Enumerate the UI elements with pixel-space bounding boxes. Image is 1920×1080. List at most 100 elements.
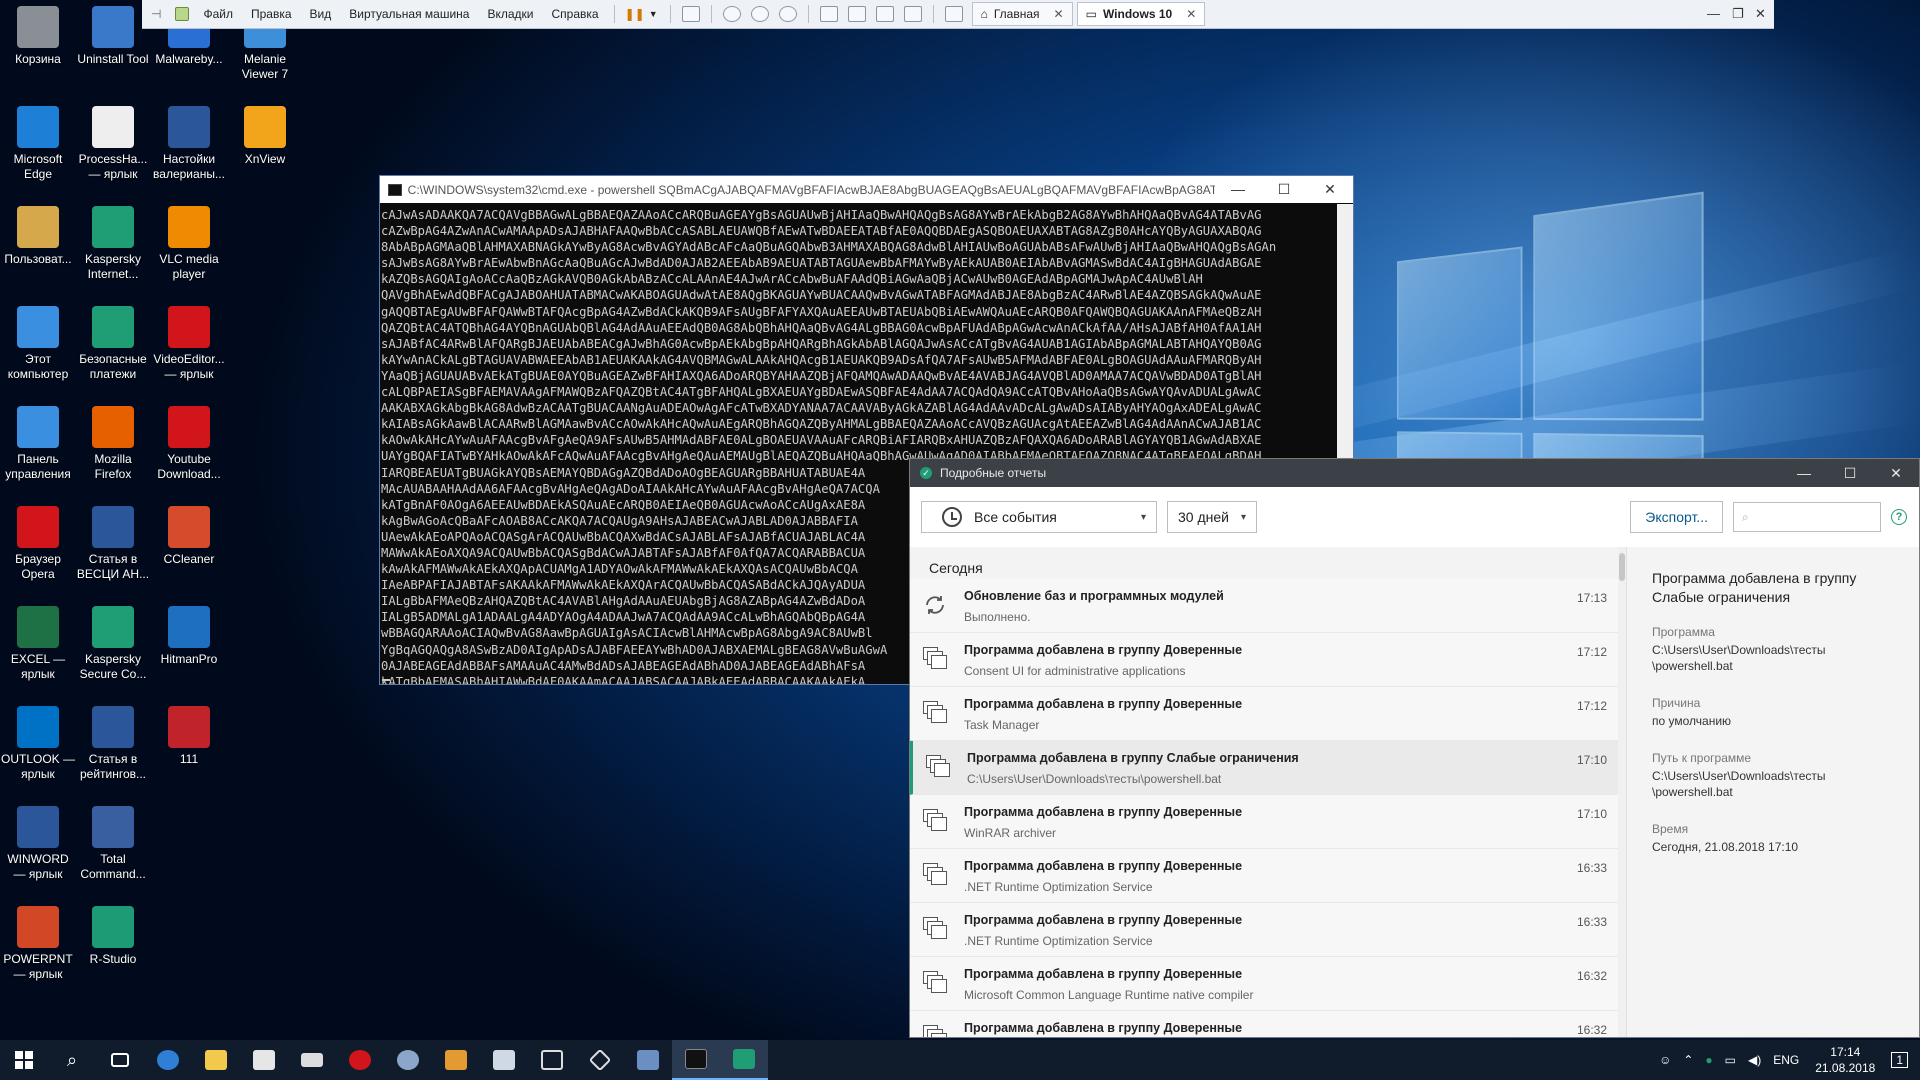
help-icon[interactable]: ? <box>1891 509 1907 525</box>
taskbar-explorer[interactable] <box>192 1040 240 1080</box>
kaspersky-tray-icon[interactable]: ● <box>1705 1053 1712 1067</box>
manage-snapshots-icon[interactable] <box>778 6 797 22</box>
desktop-icon[interactable]: XnView <box>228 100 302 167</box>
taskbar-kaspersky[interactable] <box>720 1040 768 1080</box>
desktop-icon[interactable]: Kaspersky Secure Co... <box>76 600 150 682</box>
thumbnail-icon[interactable] <box>847 6 866 22</box>
console-view-icon[interactable] <box>944 6 963 22</box>
desktop-icon[interactable]: Корзина <box>1 0 75 67</box>
desktop-icon[interactable]: Kaspersky Internet... <box>76 200 150 282</box>
unity-icon[interactable] <box>903 6 922 22</box>
desktop-icon[interactable]: VLC media player <box>152 200 226 282</box>
taskbar-app-8[interactable] <box>528 1040 576 1080</box>
desktop-icon[interactable]: Этот компьютер <box>1 300 75 382</box>
taskbar-app-10[interactable] <box>624 1040 672 1080</box>
desktop-icon[interactable]: POWERPNT — ярлык <box>1 900 75 982</box>
export-button[interactable]: Экспорт... <box>1630 501 1723 533</box>
desktop-icon[interactable]: Uninstall Tool <box>76 0 150 67</box>
task-view-button[interactable] <box>96 1040 144 1080</box>
period-filter-dropdown[interactable]: 30 дней ▾ <box>1167 501 1257 533</box>
snapshot-icon[interactable] <box>722 6 741 22</box>
pause-icon[interactable]: ❚❚ <box>625 7 645 21</box>
desktop-icon[interactable]: 111 <box>152 700 226 767</box>
event-row[interactable]: Программа добавлена в группу Доверенные T… <box>910 687 1626 741</box>
desktop-icon[interactable]: CCleaner <box>152 500 226 567</box>
sidebar-toggle-icon[interactable] <box>819 6 838 22</box>
fullscreen-icon[interactable] <box>875 6 894 22</box>
tab-windows-10[interactable]: ▭ Windows 10 ✕ <box>1076 2 1206 26</box>
network-icon[interactable]: ▭ <box>1725 1053 1736 1067</box>
notifications-icon[interactable]: 1 <box>1891 1052 1908 1068</box>
vm-menu-item[interactable]: Вкладки <box>478 7 542 21</box>
vm-menu-item[interactable]: Правка <box>242 7 301 21</box>
event-row[interactable]: Программа добавлена в группу ДоверенныеM… <box>910 957 1626 1011</box>
vm-menu-item[interactable]: Виртуальная машина <box>340 7 478 21</box>
pin-icon[interactable]: ⊣ <box>142 7 170 21</box>
taskbar-media[interactable] <box>432 1040 480 1080</box>
volume-icon[interactable]: ◀) <box>1748 1053 1761 1067</box>
vm-close-button[interactable]: ✕ <box>1755 6 1766 22</box>
desktop-icon[interactable]: VideoEditor... — ярлык <box>152 300 226 382</box>
event-row[interactable]: Программа добавлена в группу ДоверенныеM… <box>910 1011 1626 1037</box>
desktop-icon[interactable]: Youtube Download... <box>152 400 226 482</box>
taskbar-app-5[interactable] <box>384 1040 432 1080</box>
search-button[interactable]: ⌕ <box>48 1040 96 1080</box>
minimize-button[interactable]: — <box>1215 181 1261 198</box>
desktop-icon[interactable]: Браузер Opera <box>1 500 75 582</box>
start-button[interactable] <box>0 1040 48 1080</box>
desktop-icon[interactable]: WINWORD — ярлык <box>1 800 75 882</box>
desktop-icon[interactable]: R-Studio <box>76 900 150 967</box>
desktop-icon[interactable]: Статья в ВЕСЦИ АН... <box>76 500 150 582</box>
taskbar-edge[interactable] <box>144 1040 192 1080</box>
vm-menu-item[interactable]: Справка <box>543 7 608 21</box>
desktop-icon[interactable]: EXCEL — ярлык <box>1 600 75 682</box>
event-row[interactable]: Обновление баз и программных модулей Выпо… <box>910 579 1626 633</box>
taskbar-mail[interactable] <box>288 1040 336 1080</box>
chevron-up-icon[interactable]: ⌃ <box>1683 1053 1693 1067</box>
tab-home[interactable]: ⌂ Главная ✕ <box>971 2 1073 26</box>
desktop-icon[interactable]: Панель управления <box>1 400 75 482</box>
send-keys-icon[interactable] <box>681 6 700 22</box>
vm-menu-item[interactable]: Файл <box>194 7 242 21</box>
taskbar-photos[interactable] <box>480 1040 528 1080</box>
desktop-icon[interactable]: Mozilla Firefox <box>76 400 150 482</box>
people-icon[interactable]: ☺ <box>1659 1053 1671 1067</box>
taskbar-cmd[interactable] <box>672 1040 720 1080</box>
vm-restore-button[interactable]: ❐ <box>1732 6 1744 22</box>
maximize-button[interactable]: ☐ <box>1261 181 1307 198</box>
close-icon[interactable]: ✕ <box>1054 7 1064 21</box>
desktop-icon[interactable]: Microsoft Edge <box>1 100 75 182</box>
desktop-icon[interactable]: OUTLOOK — ярлык <box>1 700 75 782</box>
scrollbar-thumb[interactable] <box>1619 553 1625 581</box>
taskbar-opera[interactable] <box>336 1040 384 1080</box>
revert-snapshot-icon[interactable] <box>750 6 769 22</box>
search-input[interactable]: ⌕ <box>1733 502 1881 532</box>
close-button[interactable]: ✕ <box>1873 465 1919 482</box>
minimize-button[interactable]: — <box>1781 465 1827 482</box>
events-filter-dropdown[interactable]: Все события ▾ <box>921 501 1157 533</box>
reports-titlebar[interactable]: ✓ Подробные отчеты — ☐ ✕ <box>910 459 1919 487</box>
taskbar-3d[interactable] <box>576 1040 624 1080</box>
language-indicator[interactable]: ENG <box>1773 1053 1799 1067</box>
maximize-button[interactable]: ☐ <box>1827 465 1873 482</box>
desktop-icon[interactable]: Безопасные платежи <box>76 300 150 382</box>
desktop-icon[interactable]: Статья в рейтингов... <box>76 700 150 782</box>
desktop-icon[interactable]: ProcessHa... — ярлык <box>76 100 150 182</box>
taskbar-store[interactable] <box>240 1040 288 1080</box>
close-button[interactable]: ✕ <box>1307 181 1353 198</box>
event-row[interactable]: Программа добавлена в группу Доверенные.… <box>910 903 1626 957</box>
chevron-down-icon[interactable]: ▼ <box>649 9 658 19</box>
desktop-icon[interactable]: Total Command... <box>76 800 150 882</box>
event-row[interactable]: Программа добавлена в группу Доверенные.… <box>910 849 1626 903</box>
taskbar-clock[interactable]: 17:14 21.08.2018 <box>1815 1044 1875 1076</box>
desktop-icon[interactable]: HitmanPro <box>152 600 226 667</box>
events-list-scrollbar[interactable] <box>1618 547 1626 1037</box>
event-row[interactable]: Программа добавлена в группу Слабые огра… <box>910 741 1626 795</box>
cmd-titlebar[interactable]: C:\WINDOWS\system32\cmd.exe - powershell… <box>380 176 1353 203</box>
desktop-icon[interactable]: Настойки валерианы... <box>152 100 226 182</box>
event-row[interactable]: Программа добавлена в группу Доверенные C… <box>910 633 1626 687</box>
close-icon[interactable]: ✕ <box>1186 7 1196 21</box>
vm-menu-item[interactable]: Вид <box>301 7 341 21</box>
event-row[interactable]: Программа добавлена в группу Доверенные W… <box>910 795 1626 849</box>
desktop-icon[interactable]: Пользоват... <box>1 200 75 267</box>
